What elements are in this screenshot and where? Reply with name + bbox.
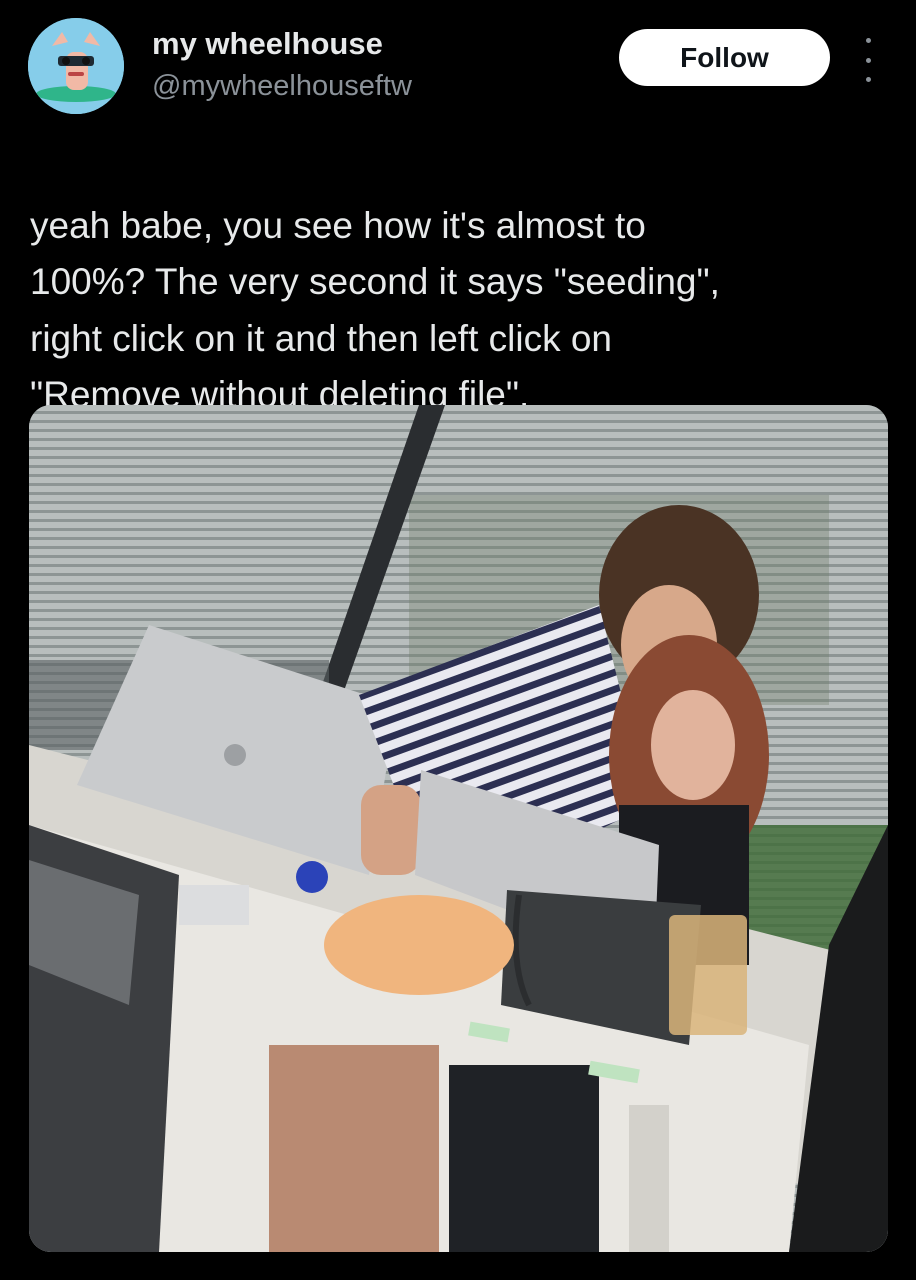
author-info: my wheelhouse @mywheelhouseftw <box>152 26 412 104</box>
author-handle[interactable]: @mywheelhouseftw <box>152 68 412 104</box>
post-header: my wheelhouse @mywheelhouseftw Follow <box>0 0 916 120</box>
avatar-image <box>28 18 124 114</box>
post-text: yeah babe, you see how it's almost to 10… <box>30 141 890 424</box>
author-display-name[interactable]: my wheelhouse <box>152 26 412 62</box>
post-text-line: yeah babe, you see how it's almost to <box>30 204 646 246</box>
more-vertical-icon[interactable] <box>856 38 880 82</box>
office-photo-image <box>29 405 888 1252</box>
author-avatar[interactable] <box>28 18 124 114</box>
post-text-line: 100%? The very second it says "seeding", <box>30 261 720 302</box>
post-text-line: right click on it and then left click on <box>30 317 613 359</box>
follow-button[interactable]: Follow <box>619 29 830 86</box>
post-photo[interactable] <box>29 405 888 1252</box>
